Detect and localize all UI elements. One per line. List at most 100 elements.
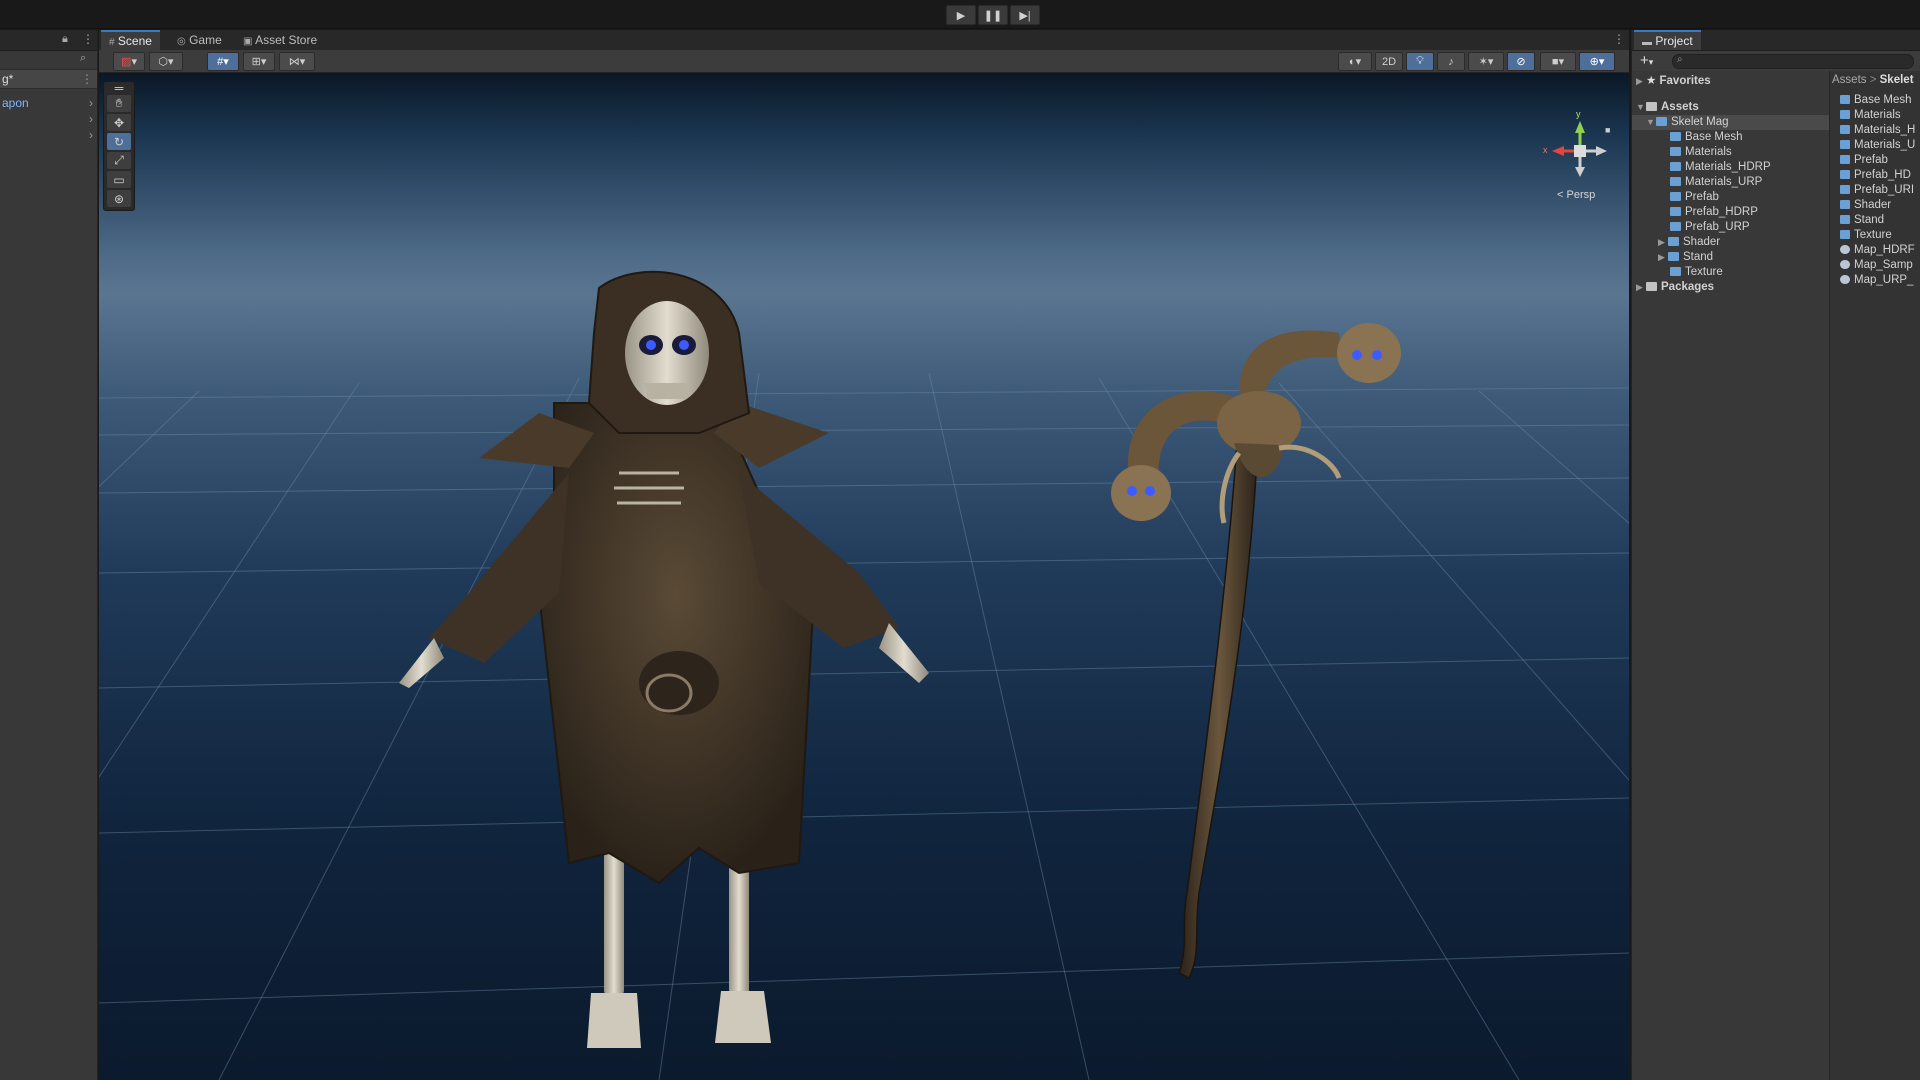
tree-item[interactable]: Materials_URP [1632,175,1829,190]
light-bulb-icon: 💡︎ [1416,55,1424,67]
tab-game[interactable]: ◎ Game [169,30,230,50]
tree-item[interactable]: Materials [1632,145,1829,160]
lighting-toggle[interactable]: 💡︎ [1406,52,1434,71]
breadcrumb-current[interactable]: Skelet [1880,74,1914,86]
tree-item[interactable]: Prefab_HDRP [1632,205,1829,220]
scale-tool-button[interactable]: ⤢ [107,152,131,169]
tree-item[interactable]: Materials_HDRP [1632,160,1829,175]
projection-toggle[interactable]: < Persp [1557,189,1595,201]
chevron-down-icon[interactable]: ▼ [1646,115,1656,130]
folder-icon [1670,177,1681,186]
tree-item[interactable]: Prefab_URP [1632,220,1829,235]
asset-item[interactable]: Materials_H [1840,123,1915,138]
tree-item[interactable]: Texture [1632,265,1829,280]
step-button[interactable]: ▶| [1010,5,1040,25]
hierarchy-item[interactable]: apon › [0,95,97,111]
chevron-right-icon[interactable]: › [89,127,93,143]
asset-item[interactable]: Materials [1840,108,1901,123]
scene-name: g* [2,72,14,86]
more-menu-icon[interactable]: ⋮ [81,70,93,88]
asset-item[interactable]: Base Mesh [1840,93,1912,108]
scene-tab-bar: # Scene ◎ Game ▣ Asset Store ⋮ [99,30,1629,51]
play-button[interactable]: ▶ [946,5,976,25]
tool-palette: ═ ✋︎ ✥ ↻ ⤢ ▭ ⊛ [103,81,135,211]
hierarchy-search[interactable]: ⌕ [0,51,97,70]
lock-icon[interactable]: 🔒︎ [62,33,68,46]
tab-scene[interactable]: # Scene [101,30,160,50]
grid-icon: # [217,55,224,68]
tree-item[interactable]: ▶ Shader [1632,235,1829,250]
folder-icon [1670,162,1681,171]
ground-grid [99,372,1629,1080]
chevron-down-icon[interactable]: ▼ [1636,100,1646,115]
chevron-right-icon[interactable]: ▶ [1636,74,1646,89]
move-tool-button[interactable]: ✥ [107,114,131,131]
snap-increment-button[interactable]: ⊞ ▾ [243,52,275,71]
breadcrumb-root[interactable]: Assets [1832,74,1867,86]
tree-item[interactable]: Prefab [1632,190,1829,205]
chevron-right-icon[interactable]: ▶ [1636,280,1646,295]
tab-asset-store[interactable]: ▣ Asset Store [235,30,325,50]
project-search-input[interactable]: ⌕ [1672,54,1914,69]
effects-button[interactable]: ✶ ▾ [1468,52,1504,71]
tree-item-favorites[interactable]: ▶ ★ Favorites [1632,74,1829,89]
render-mode-button[interactable]: ◐ ▾ [1338,52,1372,71]
toggle-2d-button[interactable]: 2D [1375,52,1403,71]
tree-item-assets[interactable]: ▼ Assets [1632,100,1829,115]
hidden-objects-toggle[interactable]: ⊘ [1507,52,1535,71]
tree-item-skelet-mag[interactable]: ▼ Skelet Mag [1632,115,1829,130]
grid-snap-button[interactable]: # ▾ [207,52,239,71]
pause-button[interactable]: ❚❚ [978,5,1008,25]
asset-item[interactable]: Prefab_URI [1840,183,1914,198]
chevron-right-icon[interactable]: › [89,95,93,111]
more-menu-icon[interactable]: ⋮ [1613,32,1625,46]
asset-item[interactable]: Map_Samp [1840,258,1913,273]
chevron-right-icon[interactable]: › [89,111,93,127]
audio-toggle[interactable]: ♪ [1437,52,1465,71]
chevron-right-icon[interactable]: ▶ [1658,250,1668,265]
transform-tool-button[interactable]: ⊛ [107,190,131,207]
lock-icon[interactable]: ■ [1605,125,1610,135]
palette-grip-icon[interactable]: ═ [107,81,131,95]
project-tree: ▶ ★ Favorites ▼ Assets ▼ Skelet Mag Base Me… [1632,71,1830,1080]
tree-item-label: Materials [1685,146,1732,158]
shading-mode-button[interactable]: ⬡ ▾ [149,52,183,71]
pause-icon: ❚❚ [983,9,1003,22]
folder-icon [1840,125,1850,134]
transform-icon: ⊛ [113,191,125,206]
asset-item[interactable]: Map_URP_ [1840,273,1913,288]
asset-item[interactable]: Map_HDRF [1840,243,1915,258]
hierarchy-item[interactable]: › [0,111,97,127]
hierarchy-item[interactable]: › [0,127,97,143]
asset-item[interactable]: Prefab_HD [1840,168,1911,183]
asset-item[interactable]: Prefab [1840,153,1888,168]
rect-tool-button[interactable]: ▭ [107,171,131,188]
search-icon[interactable]: ⌕ [80,52,86,65]
asset-item[interactable]: Shader [1840,198,1891,213]
asset-item[interactable]: Materials_U [1840,138,1915,153]
align-button[interactable]: ⋈ ▾ [279,52,315,71]
camera-button[interactable]: ■ ▾ [1540,52,1576,71]
asset-item[interactable]: Texture [1840,228,1892,243]
folder-icon [1656,117,1667,126]
more-menu-icon[interactable]: ⋮ [82,32,94,46]
draw-mode-button[interactable]: ▨ ▾ [113,52,145,71]
orientation-gizmo [1552,121,1607,177]
axis-x-label: x [1543,145,1548,155]
tab-project[interactable]: ▬ Project [1634,30,1701,50]
tree-item[interactable]: ▶ Stand [1632,250,1829,265]
main-toolbar: ▶ ❚❚ ▶| [0,0,1920,29]
tree-item-packages[interactable]: ▶ Packages [1632,280,1829,295]
asset-label: Base Mesh [1854,94,1912,106]
chevron-right-icon[interactable]: ▶ [1658,235,1668,250]
scene-row[interactable]: g* ⋮ [0,70,97,89]
scene-viewport[interactable]: y x < Persp ■ ═ ✋︎ ✥ ↻ ⤢ ▭ ⊛ [99,73,1629,1080]
tree-item[interactable]: Base Mesh [1632,130,1829,145]
gamepad-icon: ◎ [177,36,186,47]
folder-icon [1840,215,1850,224]
asset-item[interactable]: Stand [1840,213,1884,228]
rotate-tool-button[interactable]: ↻ [107,133,131,150]
gizmos-button[interactable]: ⊕ ▾ [1579,52,1615,71]
add-button[interactable]: +▾ [1640,52,1653,69]
hand-tool-button[interactable]: ✋︎ [107,95,131,112]
